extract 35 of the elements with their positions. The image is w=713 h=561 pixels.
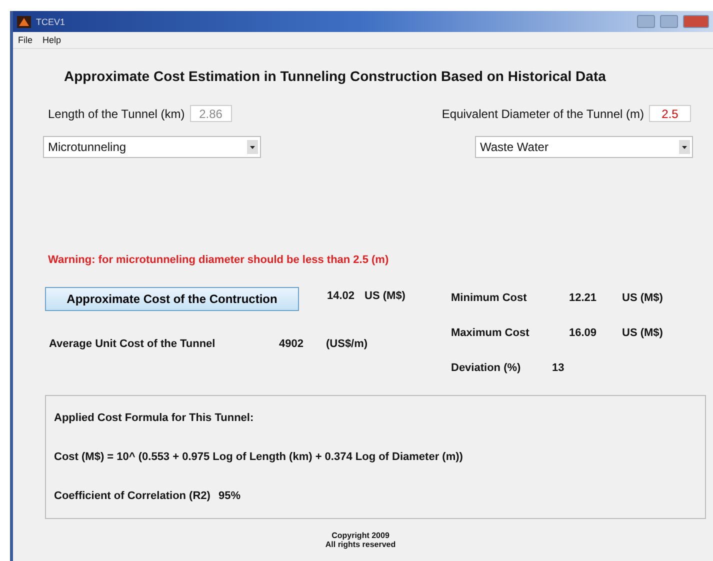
unit-label: US (M$) — [364, 290, 406, 302]
warning-text: Warning: for microtunneling diameter should be less than 2.5 (m) — [48, 254, 390, 266]
copyright-text: All rights reserved — [324, 540, 397, 549]
window-title: TCEV1 — [36, 16, 66, 26]
deviation-value: 13 — [552, 362, 564, 374]
unit-cost-value: 4902 — [279, 338, 304, 350]
correlation-value: 95% — [218, 490, 240, 502]
dropdown[interactable]: Microtunneling — [43, 136, 261, 158]
input-field[interactable]: 2.86 — [190, 105, 232, 122]
panel-title: Applied Cost Formula for This Tunnel: — [54, 412, 255, 424]
unit-label: (US$/m) — [326, 338, 368, 350]
correlation-label: Coefficient of Correlation (R2) — [54, 490, 210, 502]
menu-item[interactable]: File — [18, 35, 33, 45]
close-button[interactable] — [683, 15, 709, 28]
minimize-button[interactable] — [637, 15, 655, 28]
unit-label: US (M$) — [622, 292, 663, 304]
copyright-text: Copyright 2009 — [330, 531, 390, 540]
unit-cost-label: Average Unit Cost of the Tunnel — [49, 338, 216, 350]
unit-label: US (M$) — [622, 326, 663, 338]
maximum-cost-value: 16.09 — [569, 326, 598, 338]
formula-text: Cost (M$) = 10^ (0.553 + 0.975 Log of Length (km) + 0.374 Log of Diameter (m)) — [54, 451, 464, 463]
field-label: Equivalent Diameter of the Tunnel (m) — [442, 106, 644, 120]
estimate-button[interactable]: Approximate Cost of the Contruction — [45, 287, 299, 311]
minimum-cost-value: 12.21 — [569, 292, 598, 304]
maximize-button[interactable] — [660, 15, 678, 28]
maximum-cost-label: Maximum Cost — [451, 326, 530, 338]
field-label: Length of the Tunnel (km) — [48, 106, 185, 120]
menu-item[interactable]: Help — [42, 35, 62, 45]
minimum-cost-label: Minimum Cost — [451, 292, 528, 304]
heading: Approximate Cost Estimation in Tunneling Construction Based on Historical Data — [64, 68, 607, 84]
cost-value: 14.02 — [327, 290, 355, 302]
app-icon — [17, 16, 31, 28]
deviation-label: Deviation (%) — [451, 362, 522, 374]
input-field[interactable]: 2.5 — [649, 105, 691, 122]
dropdown[interactable]: Waste Water — [475, 136, 693, 158]
